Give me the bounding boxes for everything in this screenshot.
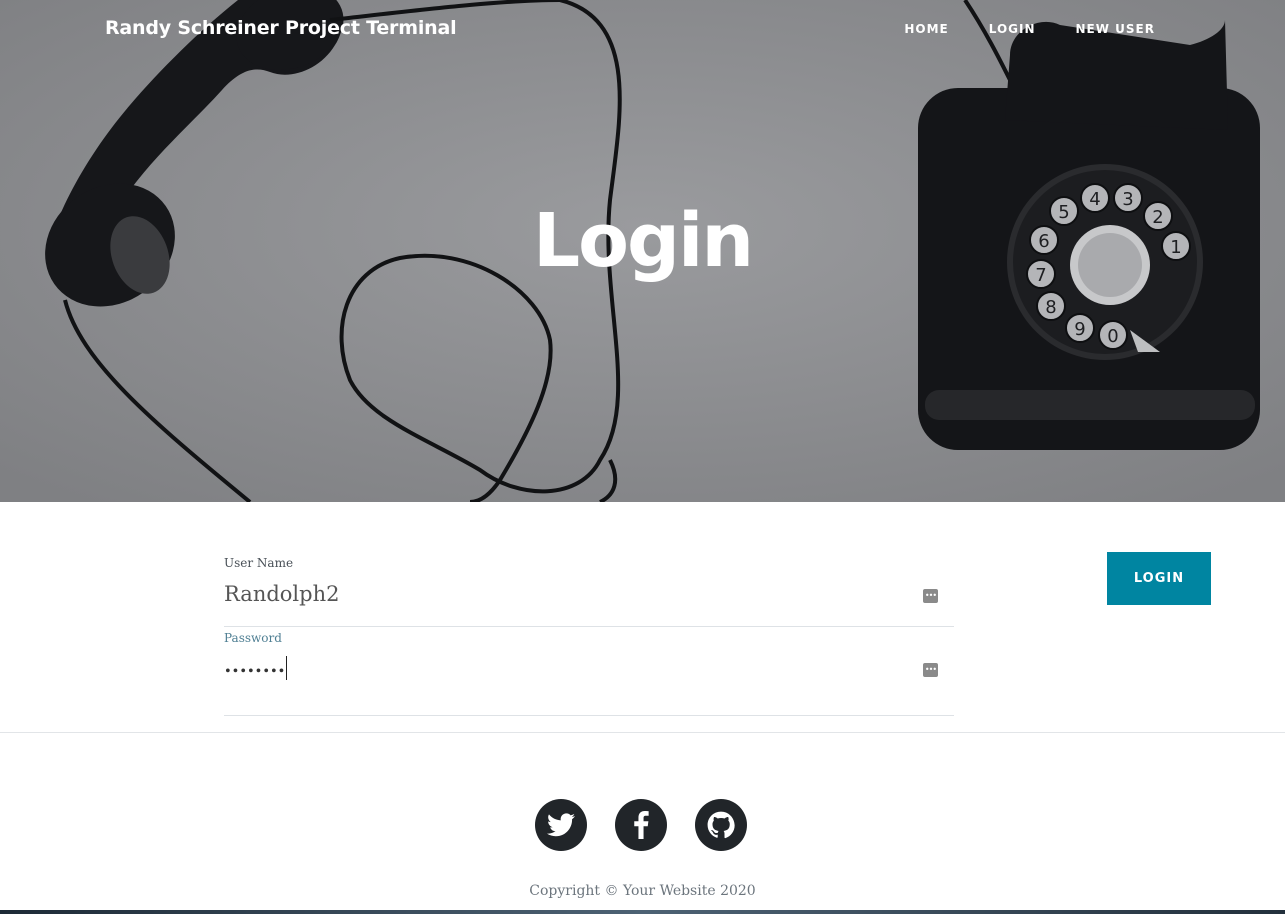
- login-button[interactable]: LOGIN: [1107, 552, 1211, 605]
- text-caret: [286, 656, 288, 680]
- password-manager-icon[interactable]: •••: [923, 663, 938, 677]
- page-title: Login: [532, 198, 754, 284]
- section-divider: [0, 732, 1285, 733]
- svg-text:0: 0: [1107, 326, 1118, 347]
- brand-link[interactable]: Randy Schreiner Project Terminal: [105, 17, 457, 39]
- github-link[interactable]: [695, 799, 747, 851]
- twitter-icon: [547, 813, 575, 837]
- password-label: Password: [224, 631, 282, 645]
- login-form: User Name Randolph2 ••• Password •••••••…: [0, 502, 1285, 732]
- main-nav: HOME LOGIN NEW USER: [884, 22, 1175, 36]
- github-icon: [707, 811, 735, 839]
- facebook-link[interactable]: [615, 799, 667, 851]
- twitter-link[interactable]: [535, 799, 587, 851]
- password-manager-icon[interactable]: •••: [923, 589, 938, 603]
- password-input[interactable]: ••••••••: [224, 665, 285, 680]
- svg-text:9: 9: [1074, 319, 1085, 340]
- username-field[interactable]: User Name Randolph2 •••: [224, 554, 954, 627]
- password-field[interactable]: Password •••••••• •••: [224, 629, 954, 716]
- username-input[interactable]: Randolph2: [224, 582, 339, 606]
- taskbar-edge: [0, 910, 1285, 914]
- copyright-text: Copyright © Your Website 2020: [529, 883, 756, 899]
- username-label: User Name: [224, 556, 294, 570]
- svg-text:8: 8: [1045, 297, 1056, 318]
- page-header: 12 34 56 78 90 Randy Schreiner Project T…: [0, 0, 1285, 502]
- password-input-wrapper[interactable]: ••••••••: [224, 656, 288, 684]
- nav-login-link[interactable]: LOGIN: [969, 22, 1056, 36]
- facebook-icon: [634, 811, 649, 839]
- nav-new-user-link[interactable]: NEW USER: [1056, 22, 1175, 36]
- nav-home-link[interactable]: HOME: [884, 22, 968, 36]
- social-links: [535, 799, 747, 851]
